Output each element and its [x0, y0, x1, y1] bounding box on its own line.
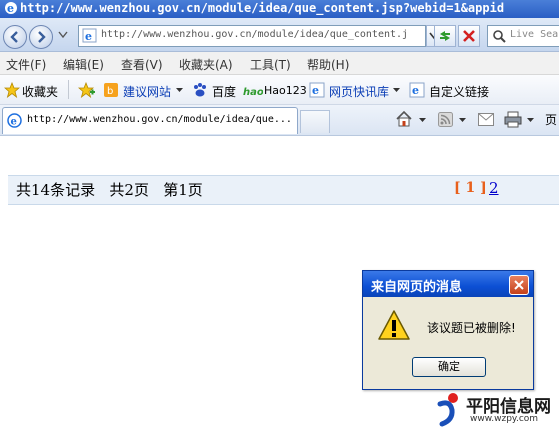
dialog-title: 来自网页的消息 [371, 280, 463, 295]
hao123-icon: hao [243, 87, 263, 97]
dialog-message: 该议题已被删除! [427, 321, 516, 335]
page-count: 共2页 [109, 181, 149, 199]
svg-text:e: e [85, 30, 92, 43]
back-button[interactable] [3, 25, 27, 49]
web-slice-icon: e [309, 82, 325, 98]
favorites-divider [68, 80, 69, 99]
favorites-star-icon [4, 82, 20, 98]
dialog-close-button[interactable] [509, 275, 529, 295]
current-page-indicator: [ 1 ] [454, 180, 487, 196]
search-placeholder: Live Sea [510, 29, 559, 40]
refresh-button[interactable] [434, 25, 456, 47]
print-icon[interactable] [504, 111, 522, 128]
window-title-bar: e http://www.wenzhou.gov.cn/module/idea/… [0, 0, 559, 18]
menu-edit[interactable]: 编辑(E) [63, 56, 104, 73]
page-2-link[interactable]: 2 [489, 179, 499, 197]
forward-button[interactable] [29, 25, 53, 49]
history-dropdown-icon[interactable] [58, 31, 68, 39]
ie-page-icon: e [82, 28, 97, 43]
baidu-link[interactable]: 百度 [212, 83, 236, 100]
alert-dialog: 来自网页的消息 该议题已被删除! 确定 [362, 270, 534, 390]
tab-current-page[interactable]: e http://www.wenzhou.gov.cn/module/idea/… [2, 107, 298, 134]
custom-links-icon: e [409, 82, 425, 98]
records-count: 共14条记录 [16, 181, 96, 199]
menu-favorites[interactable]: 收藏夹(A) [179, 56, 233, 73]
hao123-link[interactable]: Hao123 [264, 84, 307, 97]
feeds-icon[interactable] [438, 112, 453, 127]
dropdown-arrow-icon[interactable] [527, 118, 534, 123]
pager-bar: 共14条记录 共2页 第1页 [ 1 ] 2 [8, 175, 559, 205]
ie-tab-icon: e [7, 113, 22, 128]
custom-links-button[interactable]: 自定义链接 [429, 83, 489, 100]
svg-text:b: b [107, 86, 113, 97]
dialog-title-bar: 来自网页的消息 [363, 271, 533, 297]
search-icon [493, 30, 506, 43]
svg-text:e: e [412, 84, 419, 97]
favorites-button[interactable]: 收藏夹 [22, 83, 58, 100]
site-watermark: 平阳信息网 www.wzpy.com [432, 388, 559, 430]
menu-help[interactable]: 帮助(H) [307, 56, 349, 73]
new-tab-button[interactable] [300, 110, 330, 133]
menu-view[interactable]: 查看(V) [121, 56, 163, 73]
address-url-text: http://www.wenzhou.gov.cn/module/idea/qu… [101, 29, 409, 40]
stop-x-icon [463, 30, 475, 42]
mail-icon[interactable] [478, 113, 494, 126]
dropdown-arrow-icon[interactable] [176, 88, 183, 93]
live-search-input[interactable]: Live Sea [487, 25, 559, 47]
web-slice-gallery-button[interactable]: 网页快讯库 [329, 83, 389, 100]
watermark-logo [437, 393, 458, 427]
menu-tools[interactable]: 工具(T) [250, 56, 291, 73]
add-favorite-star-icon[interactable] [78, 82, 96, 98]
stop-button[interactable] [458, 25, 480, 47]
warning-icon [378, 310, 410, 340]
refresh-icon [440, 31, 450, 41]
back-arrow-icon [10, 31, 18, 43]
watermark-url: www.wzpy.com [470, 414, 539, 424]
dropdown-arrow-icon[interactable] [419, 118, 426, 123]
page-menu-button[interactable]: 页 [545, 111, 557, 128]
svg-text:hao: hao [243, 87, 263, 97]
suggested-sites-icon: b [104, 83, 118, 97]
ie-logo-icon: e [5, 2, 17, 15]
home-icon[interactable] [395, 110, 413, 128]
address-input[interactable]: e http://www.wenzhou.gov.cn/module/idea/… [78, 25, 426, 47]
baidu-paw-icon [194, 83, 206, 97]
pager-info: 共14条记录 共2页 第1页 [16, 179, 203, 200]
forward-arrow-icon [38, 31, 46, 43]
tab-label: http://www.wenzhou.gov.cn/module/idea/qu… [27, 114, 292, 125]
dropdown-arrow-icon[interactable] [459, 118, 466, 123]
suggested-sites-button[interactable]: 建议网站 [123, 83, 171, 100]
dropdown-arrow-icon[interactable] [393, 88, 400, 93]
svg-text:e: e [11, 117, 17, 128]
svg-text:e: e [7, 2, 14, 15]
ok-button[interactable]: 确定 [412, 357, 486, 377]
menu-file[interactable]: 文件(F) [6, 56, 46, 73]
window-title: http://www.wenzhou.gov.cn/module/idea/qu… [20, 1, 505, 15]
svg-text:e: e [312, 84, 319, 97]
close-icon [514, 280, 524, 290]
current-page: 第1页 [163, 181, 203, 199]
